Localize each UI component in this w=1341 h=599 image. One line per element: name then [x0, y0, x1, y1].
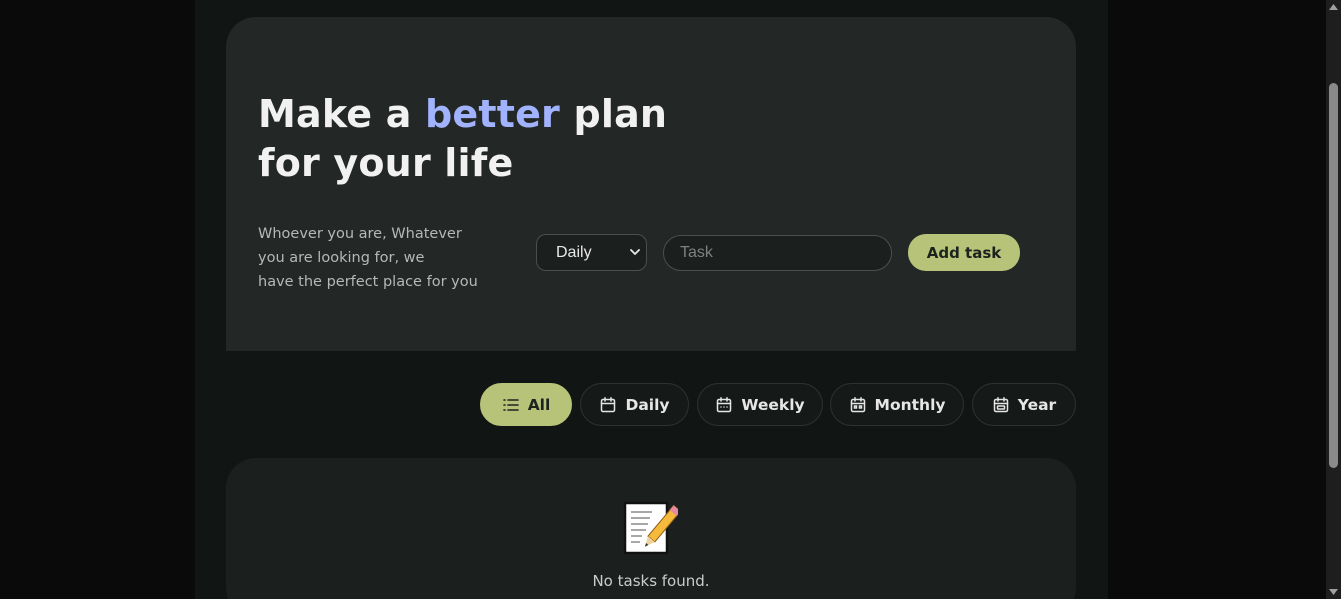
tagline: Whoever you are, Whatever you are lookin…	[258, 222, 498, 294]
filter-weekly[interactable]: Weekly	[697, 383, 823, 426]
calendar-dots-icon	[850, 396, 865, 412]
headline-line2: for your life	[258, 141, 514, 185]
headline-accent: better	[424, 92, 561, 136]
tagline-line: you are looking for, we	[258, 250, 425, 266]
scrollbar[interactable]	[1326, 0, 1341, 599]
page: Make a better plan for your life Whoever …	[0, 0, 1341, 599]
headline-part2: plan	[560, 92, 668, 136]
tagline-line: have the perfect place for you	[258, 274, 478, 290]
headline-part1: Make a	[258, 92, 425, 136]
chevron-down-icon	[630, 249, 640, 255]
list-icon	[502, 398, 519, 411]
add-task-button[interactable]: Add task	[908, 234, 1020, 271]
scroll-up-icon[interactable]	[1329, 4, 1338, 10]
page-title: Make a better plan for your life	[258, 90, 667, 188]
memo-icon	[623, 501, 678, 555]
filter-label: Monthly	[874, 395, 946, 414]
empty-state-message: No tasks found.	[592, 572, 710, 590]
calendar-icon	[601, 396, 616, 412]
scroll-down-icon[interactable]	[1329, 589, 1338, 595]
filter-label: Year	[1017, 395, 1057, 414]
period-select[interactable]: Daily	[536, 234, 647, 271]
filter-all[interactable]: All	[480, 383, 572, 426]
filter-year[interactable]: Year	[972, 383, 1076, 426]
task-input[interactable]	[663, 235, 892, 271]
calendar-icon	[717, 396, 732, 412]
filter-label: Weekly	[741, 395, 805, 414]
filter-monthly[interactable]: Monthly	[830, 383, 964, 426]
period-select-value: Daily	[556, 243, 592, 261]
filter-label: All	[527, 395, 551, 414]
calendar-range-icon	[993, 396, 1009, 412]
filter-daily[interactable]: Daily	[580, 383, 689, 426]
scrollbar-thumb[interactable]	[1329, 83, 1338, 468]
tagline-line: Whoever you are, Whatever	[258, 226, 462, 242]
filter-label: Daily	[625, 395, 670, 414]
